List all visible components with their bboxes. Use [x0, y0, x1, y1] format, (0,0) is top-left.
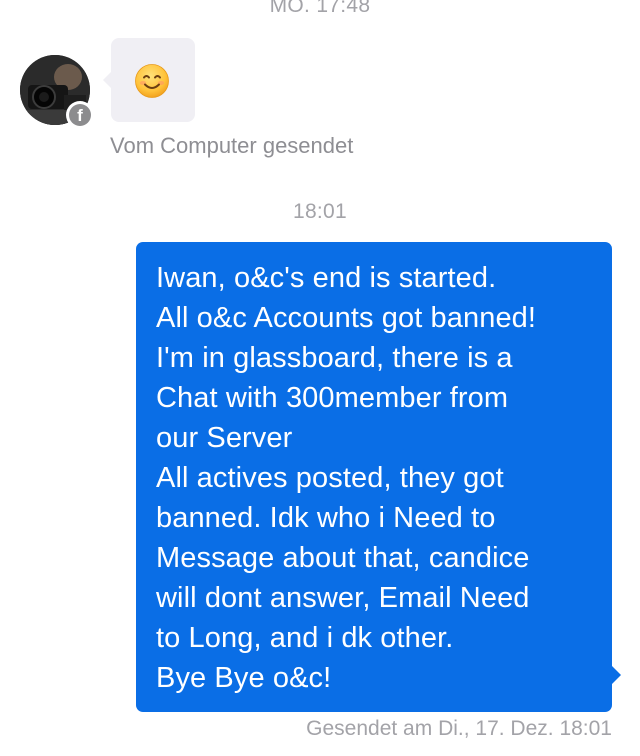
smiling-face-emoji-icon [135, 64, 169, 98]
timestamp-middle: 18:01 [292, 200, 348, 223]
facebook-icon: f [69, 104, 91, 126]
message-line: our Server [156, 422, 293, 454]
facebook-badge: f [66, 101, 94, 129]
message-line: banned. Idk who i Need to [156, 502, 496, 534]
bubble-tail [103, 72, 111, 88]
sent-from-label: Vom Computer gesendet [110, 133, 354, 158]
message-line: Chat with 300member from [156, 382, 509, 414]
message-line: to Long, and i dk other. [156, 622, 454, 654]
message-line: will dont answer, Email Need [156, 582, 530, 614]
delivery-status: Gesendet am Di., 17. Dez. 18:01 [306, 717, 612, 740]
message-line: Bye Bye o&c! [156, 662, 332, 694]
message-line: Message about that, candice [156, 542, 530, 574]
bubble-tail [612, 666, 621, 684]
message-line: All o&c Accounts got banned! [156, 302, 537, 334]
timestamp-top: MO. 17:48 [269, 0, 371, 17]
message-line: Iwan, o&c's end is started. [156, 262, 497, 294]
incoming-message-bubble[interactable] [103, 38, 195, 122]
outgoing-message-bubble[interactable]: Iwan, o&c's end is started. All o&c Acco… [136, 242, 621, 712]
message-line: All actives posted, they got [156, 462, 504, 494]
message-line: I'm in glassboard, there is a [156, 342, 513, 374]
